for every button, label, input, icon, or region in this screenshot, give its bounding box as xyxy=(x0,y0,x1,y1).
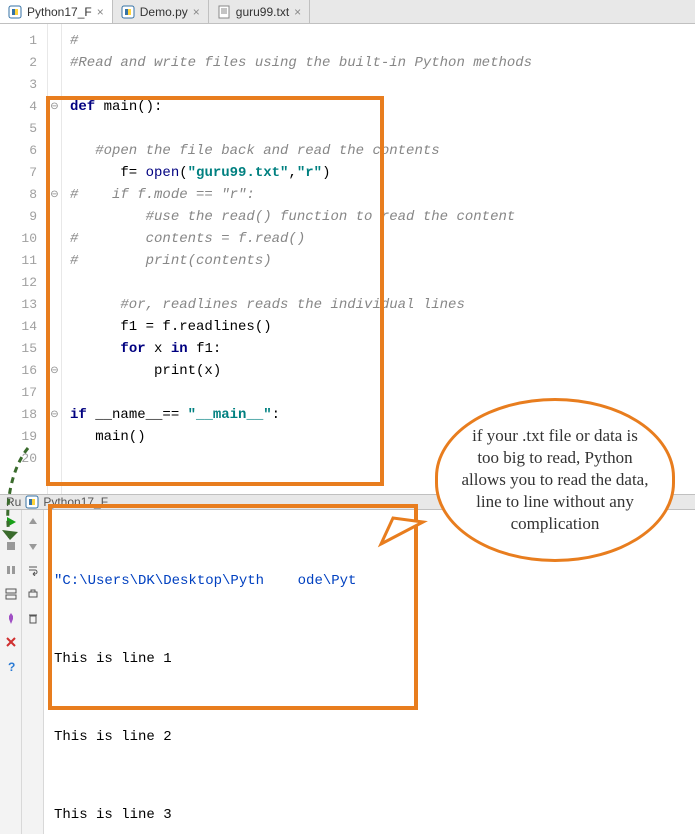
run-config-label: Python17_F xyxy=(43,495,108,509)
python-file-icon xyxy=(8,5,22,19)
line-number-gutter: 1234567891011121314151617181920 xyxy=(0,24,48,494)
file-tab-demo[interactable]: Demo.py × xyxy=(113,0,209,23)
file-tab-python17[interactable]: Python17_F × xyxy=(0,0,113,23)
layout-icon[interactable] xyxy=(3,586,19,602)
python-file-icon xyxy=(25,495,39,509)
file-tabs-bar: Python17_F × Demo.py × guru99.txt × xyxy=(0,0,695,24)
file-tab-guru99[interactable]: guru99.txt × xyxy=(209,0,310,23)
run-toolbar-primary: ? xyxy=(0,510,22,834)
pin-icon[interactable] xyxy=(3,610,19,626)
close-icon[interactable]: × xyxy=(97,5,104,19)
text-file-icon xyxy=(217,5,231,19)
run-panel-prefix: Ru xyxy=(6,495,21,509)
wrap-icon[interactable] xyxy=(25,562,41,578)
annotation-callout: if your .txt file or data is too big to … xyxy=(435,398,675,562)
pause-icon[interactable] xyxy=(3,562,19,578)
annotation-callout-text: if your .txt file or data is too big to … xyxy=(435,398,675,562)
close-icon[interactable]: × xyxy=(193,5,200,19)
stop-icon[interactable] xyxy=(3,538,19,554)
run-toolbar-secondary xyxy=(22,510,44,834)
run-icon[interactable] xyxy=(3,514,19,530)
up-icon[interactable] xyxy=(25,514,41,530)
svg-text:?: ? xyxy=(8,660,15,672)
fold-gutter: ⊖⊖⊖⊖ xyxy=(48,24,62,494)
file-tab-label: guru99.txt xyxy=(236,5,289,19)
close-icon[interactable]: × xyxy=(294,5,301,19)
close-icon[interactable] xyxy=(3,634,19,650)
trash-icon[interactable] xyxy=(25,610,41,626)
print-icon[interactable] xyxy=(25,586,41,602)
file-tab-label: Python17_F xyxy=(27,5,92,19)
python-file-icon xyxy=(121,5,135,19)
help-icon[interactable]: ? xyxy=(3,658,19,674)
down-icon[interactable] xyxy=(25,538,41,554)
file-tab-label: Demo.py xyxy=(140,5,188,19)
